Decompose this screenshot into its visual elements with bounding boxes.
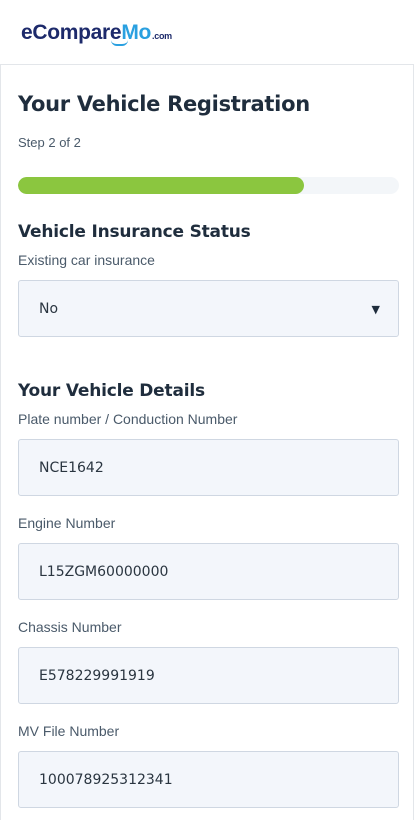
mv-file-number-label: MV File Number bbox=[18, 723, 120, 739]
plate-number-value: NCE1642 bbox=[39, 459, 104, 476]
page-title: Your Vehicle Registration bbox=[18, 92, 310, 116]
existing-insurance-select[interactable]: No ▼ bbox=[18, 280, 399, 337]
plate-number-label: Plate number / Conduction Number bbox=[18, 411, 238, 427]
chassis-number-value: E578229991919 bbox=[39, 667, 155, 684]
existing-insurance-label: Existing car insurance bbox=[18, 252, 155, 268]
step-indicator: Step 2 of 2 bbox=[18, 135, 81, 150]
insurance-section-title: Vehicle Insurance Status bbox=[18, 222, 251, 242]
mv-file-number-value: 100078925312341 bbox=[39, 771, 173, 788]
logo-suffix-text: .com bbox=[152, 31, 172, 41]
engine-number-label: Engine Number bbox=[18, 515, 116, 531]
logo-main-text: eCompare bbox=[21, 21, 122, 44]
engine-number-value: L15ZGM60000000 bbox=[39, 563, 169, 580]
plate-number-input[interactable]: NCE1642 bbox=[18, 439, 399, 496]
chassis-number-input[interactable]: E578229991919 bbox=[18, 647, 399, 704]
app-header: eCompareMo.com bbox=[0, 0, 414, 65]
progress-bar bbox=[18, 177, 399, 194]
triangle-down-icon: ▼ bbox=[371, 303, 380, 316]
mv-file-number-input[interactable]: 100078925312341 bbox=[18, 751, 399, 808]
engine-number-input[interactable]: L15ZGM60000000 bbox=[18, 543, 399, 600]
chassis-number-label: Chassis Number bbox=[18, 619, 122, 635]
progress-bar-fill bbox=[18, 177, 304, 194]
ecomparemo-logo[interactable]: eCompareMo.com bbox=[21, 20, 172, 49]
vehicle-details-section-title: Your Vehicle Details bbox=[18, 381, 205, 401]
existing-insurance-value: No bbox=[39, 300, 59, 317]
